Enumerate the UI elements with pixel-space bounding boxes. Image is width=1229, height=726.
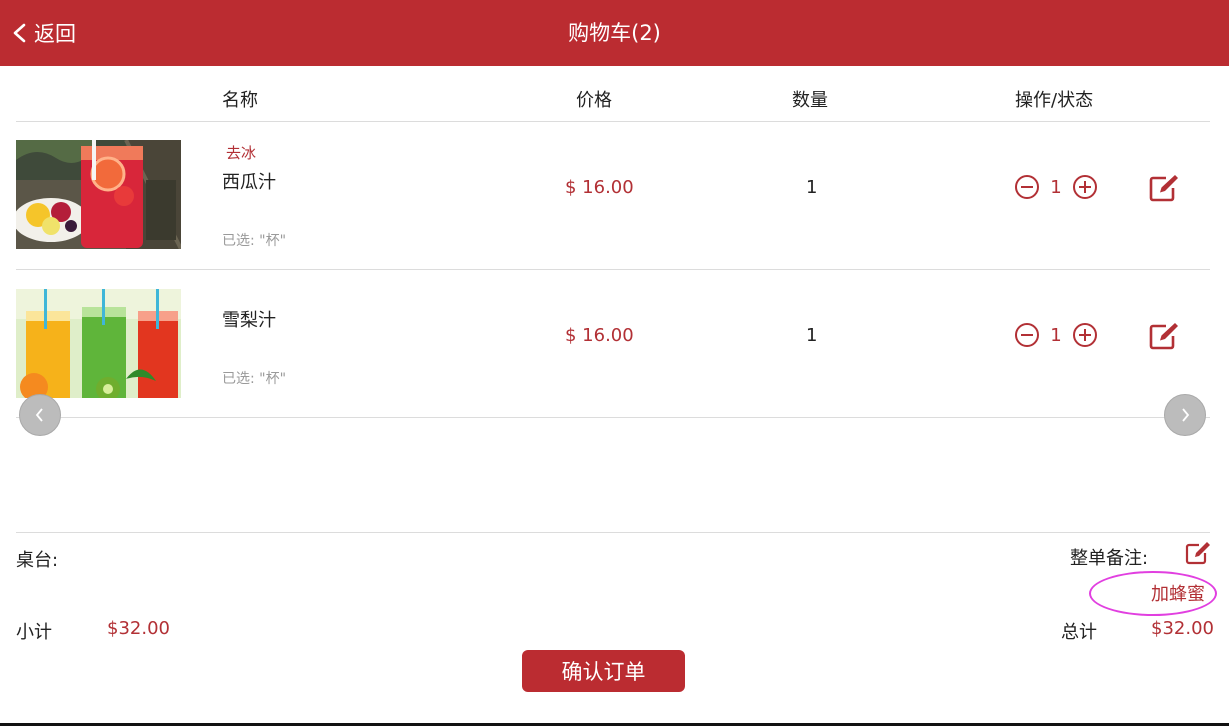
edit-item-button[interactable] bbox=[1148, 321, 1180, 351]
increase-button[interactable] bbox=[1072, 322, 1098, 348]
highlight-circle bbox=[1089, 571, 1217, 616]
item-price: $ 16.00 bbox=[565, 177, 634, 198]
edit-icon bbox=[1149, 175, 1178, 202]
stepper-value: 1 bbox=[1050, 324, 1062, 346]
decrease-button[interactable] bbox=[1014, 322, 1040, 348]
decrease-button[interactable] bbox=[1014, 174, 1040, 200]
divider bbox=[16, 532, 1210, 533]
divider bbox=[16, 269, 1210, 270]
item-name: 西瓜汁 bbox=[222, 172, 276, 193]
quantity-stepper: 1 bbox=[1014, 322, 1098, 348]
edit-item-button[interactable] bbox=[1148, 173, 1180, 203]
order-remark-label: 整单备注: bbox=[1070, 548, 1149, 569]
header-bar: 返回 购物车(2) bbox=[0, 0, 1229, 66]
chevron-right-icon bbox=[1182, 408, 1190, 422]
stepper-value: 1 bbox=[1050, 176, 1062, 198]
column-header-price: 价格 bbox=[576, 90, 612, 111]
prev-page-button[interactable] bbox=[19, 394, 61, 436]
total-value: $32.00 bbox=[1151, 618, 1214, 639]
quantity-stepper: 1 bbox=[1014, 174, 1098, 200]
column-header-quantity: 数量 bbox=[792, 90, 828, 111]
minus-circle-icon bbox=[1015, 175, 1039, 199]
table-label: 桌台: bbox=[16, 550, 59, 571]
divider bbox=[16, 417, 1210, 418]
minus-circle-icon bbox=[1015, 323, 1039, 347]
subtotal-label: 小计 bbox=[16, 622, 52, 643]
item-selected-spec: 已选: "杯" bbox=[222, 233, 287, 249]
total-label: 总计 bbox=[1061, 622, 1097, 643]
edit-icon bbox=[1149, 323, 1178, 350]
pear-juice-image bbox=[16, 289, 181, 398]
column-header-name: 名称 bbox=[222, 90, 258, 111]
edit-icon bbox=[1185, 542, 1210, 565]
watermelon-juice-image bbox=[16, 140, 181, 249]
next-page-button[interactable] bbox=[1164, 394, 1206, 436]
chevron-left-icon bbox=[35, 408, 43, 422]
plus-circle-icon bbox=[1073, 175, 1097, 199]
item-name: 雪梨汁 bbox=[222, 310, 276, 331]
increase-button[interactable] bbox=[1072, 174, 1098, 200]
item-quantity: 1 bbox=[806, 177, 818, 198]
item-price: $ 16.00 bbox=[565, 325, 634, 346]
column-header-actions: 操作/状态 bbox=[1015, 90, 1094, 111]
divider bbox=[16, 121, 1210, 122]
plus-circle-icon bbox=[1073, 323, 1097, 347]
item-note: 去冰 bbox=[226, 144, 257, 162]
item-selected-spec: 已选: "杯" bbox=[222, 371, 287, 387]
confirm-order-button[interactable]: 确认订单 bbox=[522, 650, 685, 692]
item-quantity: 1 bbox=[806, 325, 818, 346]
subtotal-value: $32.00 bbox=[107, 618, 170, 639]
edit-order-remark-button[interactable] bbox=[1185, 541, 1211, 565]
page-title: 购物车(2) bbox=[568, 21, 661, 45]
